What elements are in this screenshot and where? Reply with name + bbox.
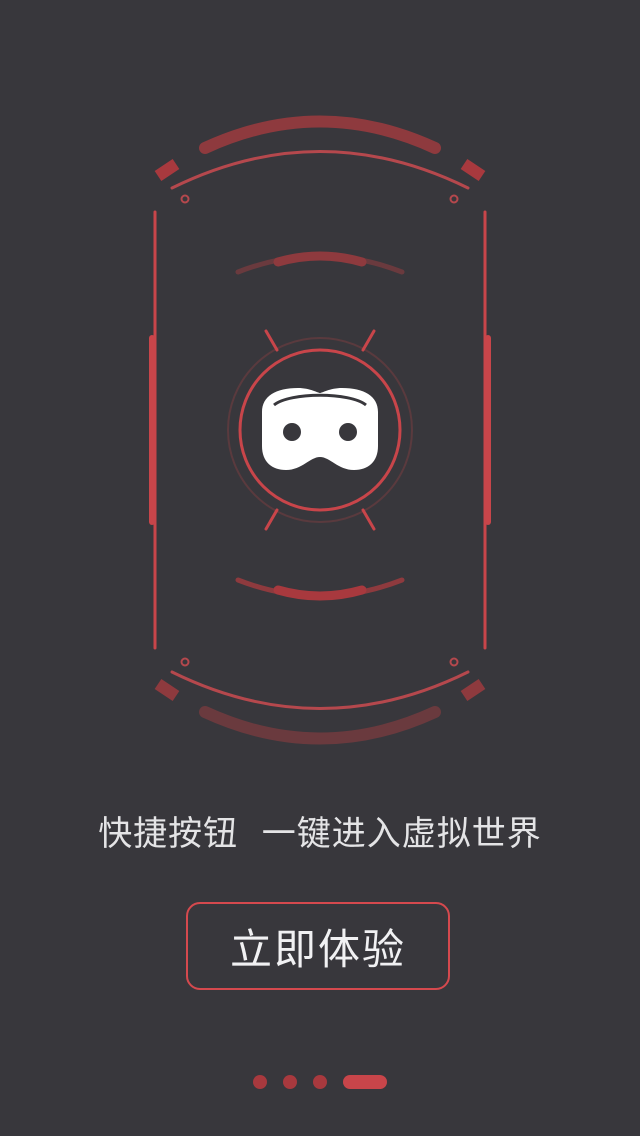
page-dot-4-active[interactable] [343,1075,387,1089]
bottom-inner-arc [170,670,470,710]
bottom-outer-arc [199,706,441,745]
bottom-right-dot [449,657,459,667]
bottom-right-dash [460,679,486,701]
ring-tick-tl [264,329,279,352]
ring-tick-br [361,508,376,531]
top-left-dot [180,194,190,204]
page-dot-1[interactable] [253,1075,267,1089]
bottom-left-dot [180,657,190,667]
page-indicator [0,1074,640,1090]
inner-top-arc-thick [273,251,367,267]
top-left-dash [154,159,180,181]
page-dot-2[interactable] [283,1075,297,1089]
bottom-left-dash [154,679,180,701]
top-right-dot [449,194,459,204]
vr-headset-icon [262,388,378,470]
top-right-dash [460,159,486,181]
inner-bottom-arc-thick [273,585,367,601]
vr-illustration [149,115,491,745]
onboarding-screen: 快捷按钮 一键进入虚拟世界 立即体验 [0,0,640,1136]
tagline: 快捷按钮 一键进入虚拟世界 [98,814,542,854]
try-now-button[interactable]: 立即体验 [186,902,450,990]
page-dot-3[interactable] [313,1075,327,1089]
top-inner-arc [170,150,470,190]
ring-tick-tr [361,329,376,352]
ring-tick-bl [264,508,279,531]
top-outer-arc [199,115,441,154]
